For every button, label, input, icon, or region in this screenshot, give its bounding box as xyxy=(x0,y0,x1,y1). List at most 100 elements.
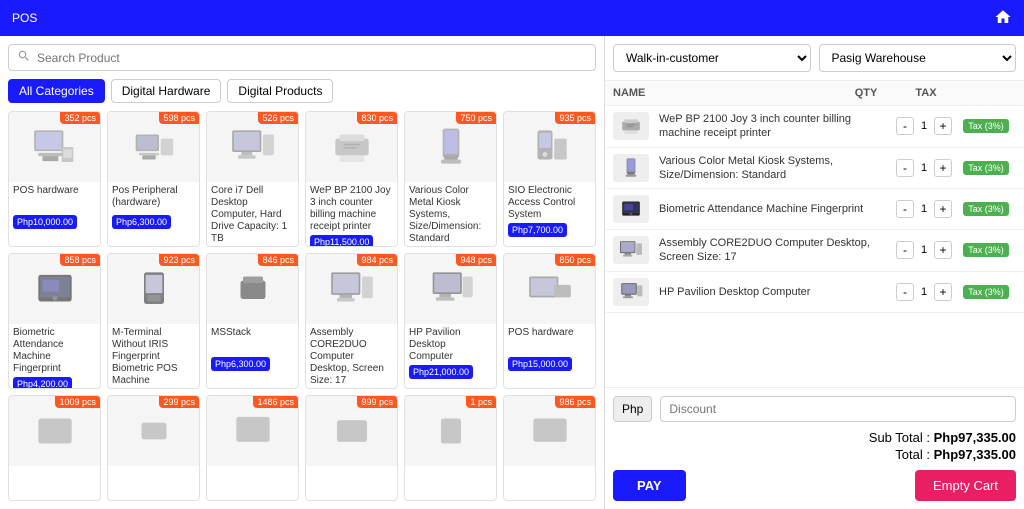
discount-input[interactable] xyxy=(660,396,1016,422)
tax-badge: Tax (3%) xyxy=(963,285,1009,299)
qty-decrease-button[interactable]: - xyxy=(896,200,914,218)
php-label: Php xyxy=(613,396,652,422)
cart-item: HP Pavilion Desktop Computer - 1 + Tax (… xyxy=(605,272,1024,313)
cart-item-tax: Tax (3%) xyxy=(956,162,1016,174)
tax-badge: Tax (3%) xyxy=(963,243,1009,257)
product-card[interactable]: 1486 pcs xyxy=(206,395,299,501)
product-info xyxy=(207,466,298,500)
cart-item-name: WeP BP 2100 Joy 3 inch counter billing m… xyxy=(653,112,896,141)
product-card[interactable]: 999 pcs xyxy=(305,395,398,501)
product-name: POS hardware xyxy=(13,185,96,213)
qty-increase-button[interactable]: + xyxy=(934,117,952,135)
tab-digital-products[interactable]: Digital Products xyxy=(227,79,333,103)
cart-item-tax: Tax (3%) xyxy=(956,244,1016,256)
product-card[interactable]: 984 pcs Assembly CORE2DUO Computer Deskt… xyxy=(305,253,398,389)
total-label: Total : xyxy=(895,447,930,462)
home-icon[interactable] xyxy=(994,8,1012,29)
category-tabs: All Categories Digital Hardware Digital … xyxy=(8,79,596,103)
product-info xyxy=(306,466,397,500)
search-input[interactable] xyxy=(37,51,587,65)
right-panel: Walk-in-customer Regular Customer Pasig … xyxy=(604,36,1024,509)
qty-increase-button[interactable]: + xyxy=(934,283,952,301)
product-name: HP Pavilion Desktop Computer xyxy=(409,327,492,363)
product-name xyxy=(409,469,492,497)
product-card[interactable]: 1 pcs xyxy=(404,395,497,501)
cart-item-tax: Tax (3%) xyxy=(956,203,1016,215)
product-name xyxy=(112,469,195,497)
qty-increase-button[interactable]: + xyxy=(934,241,952,259)
product-name xyxy=(13,469,96,497)
product-name: SIO Electronic Access Control System xyxy=(508,185,591,221)
pay-button[interactable]: PAY xyxy=(613,470,686,501)
cart-item-qty: - 1 + xyxy=(896,159,956,177)
product-card[interactable]: 750 pcs Various Color Metal Kiosk System… xyxy=(404,111,497,247)
product-card[interactable]: 850 pcs POS hardware Php15,000.00 xyxy=(503,253,596,389)
product-info xyxy=(9,466,100,500)
tab-digital-hardware[interactable]: Digital Hardware xyxy=(111,79,222,103)
product-card[interactable]: 986 pcs xyxy=(503,395,596,501)
product-card[interactable]: 299 pcs xyxy=(107,395,200,501)
product-card[interactable]: 830 pcs WeP BP 2100 Joy 3 inch counter b… xyxy=(305,111,398,247)
cart-item-image xyxy=(613,112,649,140)
product-card[interactable]: 846 pcs MSStack Php6,300.00 xyxy=(206,253,299,389)
cart-item-image xyxy=(613,236,649,264)
qty-value: 1 xyxy=(918,162,930,174)
total-value: Php97,335.00 xyxy=(934,447,1016,462)
product-name xyxy=(508,469,591,497)
product-card[interactable]: 923 pcs M-Terminal Without IRIS Fingerpr… xyxy=(107,253,200,389)
product-card[interactable]: 948 pcs HP Pavilion Desktop Computer Php… xyxy=(404,253,497,389)
product-price: Php10,000.00 xyxy=(13,215,77,229)
qty-value: 1 xyxy=(918,120,930,132)
product-name xyxy=(310,469,393,497)
cart-item: Biometric Attendance Machine Fingerprint… xyxy=(605,189,1024,230)
main-layout: All Categories Digital Hardware Digital … xyxy=(0,36,1024,509)
qty-value: 1 xyxy=(918,286,930,298)
search-bar[interactable] xyxy=(8,44,596,71)
app-title: POS xyxy=(12,11,37,25)
product-info xyxy=(108,466,199,500)
subtotal-row: Sub Total : Php97,335.00 xyxy=(613,430,1016,445)
product-card[interactable]: 352 pcs POS hardware Php10,000.00 xyxy=(8,111,101,247)
product-card[interactable]: 858 pcs Biometric Attendance Machine Fin… xyxy=(8,253,101,389)
product-name: Various Color Metal Kiosk Systems, Size/… xyxy=(409,185,492,245)
product-info: SIO Electronic Access Control System Php… xyxy=(504,182,595,240)
product-info: MSStack Php6,300.00 xyxy=(207,324,298,374)
qty-decrease-button[interactable]: - xyxy=(896,241,914,259)
warehouse-select[interactable]: Pasig Warehouse Main Warehouse xyxy=(819,44,1017,72)
cart-item: Assembly CORE2DUO Computer Desktop, Scre… xyxy=(605,230,1024,272)
cart-item-name: HP Pavilion Desktop Computer xyxy=(653,285,896,299)
tab-all-categories[interactable]: All Categories xyxy=(8,79,105,103)
product-info: Biometric Attendance Machine Fingerprint… xyxy=(9,324,100,389)
cart-item-tax: Tax (3%) xyxy=(956,286,1016,298)
left-panel: All Categories Digital Hardware Digital … xyxy=(0,36,604,509)
product-name: Core i7 Dell Desktop Computer, Hard Driv… xyxy=(211,185,294,245)
col-name: NAME xyxy=(613,87,836,99)
cart-item-qty: - 1 + xyxy=(896,117,956,135)
product-info xyxy=(405,466,496,500)
cart-item-image xyxy=(613,154,649,182)
subtotal-value: Php97,335.00 xyxy=(934,430,1016,445)
qty-increase-button[interactable]: + xyxy=(934,159,952,177)
cart-items-list: WeP BP 2100 Joy 3 inch counter billing m… xyxy=(605,106,1024,387)
empty-cart-button[interactable]: Empty Cart xyxy=(915,470,1016,501)
product-info xyxy=(504,466,595,500)
product-name: Pos Peripheral (hardware) xyxy=(112,185,195,213)
qty-decrease-button[interactable]: - xyxy=(896,117,914,135)
product-card[interactable]: 526 pcs Core i7 Dell Desktop Computer, H… xyxy=(206,111,299,247)
product-info: WeP BP 2100 Joy 3 inch counter billing m… xyxy=(306,182,397,247)
product-card[interactable]: 935 pcs SIO Electronic Access Control Sy… xyxy=(503,111,596,247)
product-price: Php4,200.00 xyxy=(13,377,72,389)
product-info: POS hardware Php10,000.00 xyxy=(9,182,100,232)
qty-decrease-button[interactable]: - xyxy=(896,283,914,301)
product-info: HP Pavilion Desktop Computer Php21,000.0… xyxy=(405,324,496,382)
col-tax: TAX xyxy=(896,87,956,99)
qty-decrease-button[interactable]: - xyxy=(896,159,914,177)
totals: Sub Total : Php97,335.00 Total : Php97,3… xyxy=(613,430,1016,462)
customer-select[interactable]: Walk-in-customer Regular Customer xyxy=(613,44,811,72)
product-card[interactable]: 598 pcs Pos Peripheral (hardware) Php6,3… xyxy=(107,111,200,247)
tax-badge: Tax (3%) xyxy=(963,119,1009,133)
qty-increase-button[interactable]: + xyxy=(934,200,952,218)
cart-item-qty: - 1 + xyxy=(896,200,956,218)
product-card[interactable]: 1009 pcs xyxy=(8,395,101,501)
products-grid: 352 pcs POS hardware Php10,000.00 598 pc… xyxy=(8,111,596,501)
